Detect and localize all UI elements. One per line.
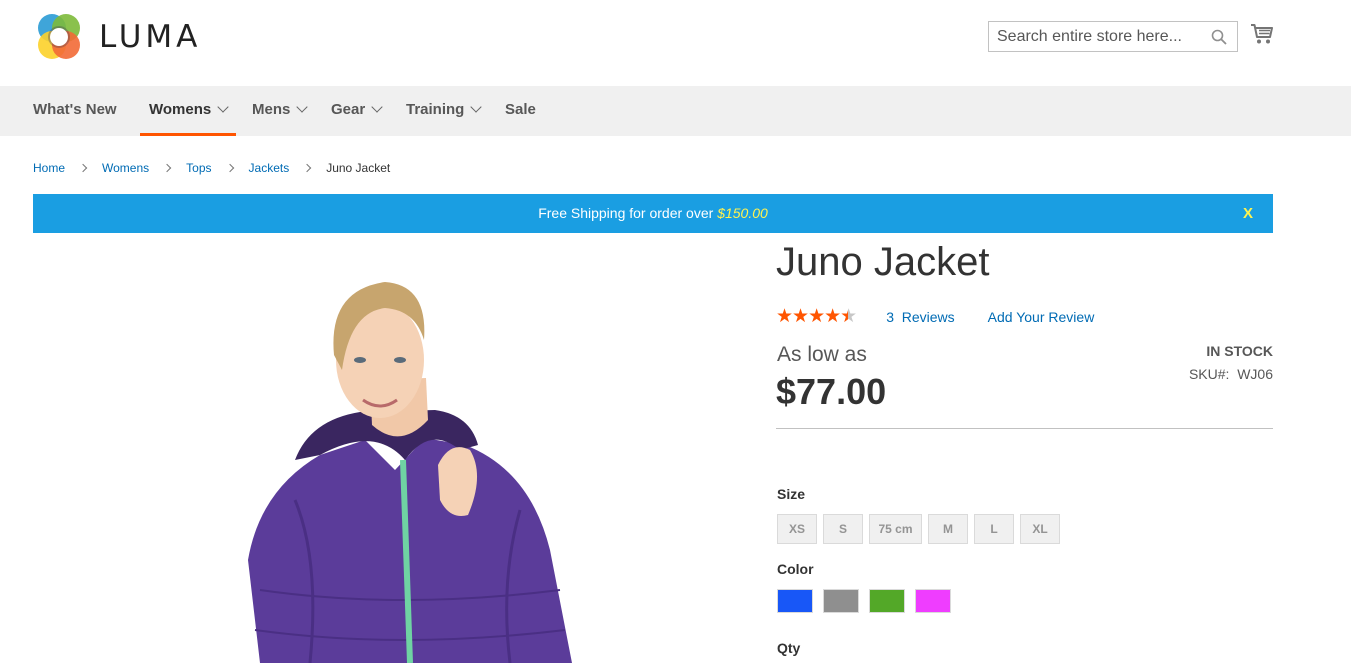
size-option-75cm[interactable]: 75 cm xyxy=(869,514,922,544)
add-review-link[interactable]: Add Your Review xyxy=(988,309,1095,325)
chevron-down-icon xyxy=(371,101,383,113)
site-header: LUMA xyxy=(0,0,1351,86)
divider xyxy=(776,428,1273,429)
product-price: $77.00 xyxy=(776,371,887,412)
size-option-xl[interactable]: XL xyxy=(1020,514,1060,544)
chevron-right-icon xyxy=(78,163,88,173)
qty-label: Qty xyxy=(777,640,801,656)
nav-item-whats-new[interactable]: What's New xyxy=(33,86,117,136)
nav-item-mens[interactable]: Mens xyxy=(252,86,309,136)
size-option-m[interactable]: M xyxy=(928,514,968,544)
product-image[interactable] xyxy=(200,260,620,663)
logo[interactable]: LUMA xyxy=(33,11,201,63)
color-swatch-pink[interactable] xyxy=(915,589,951,613)
breadcrumb-current: Juno Jacket xyxy=(326,161,391,175)
free-shipping-banner: Free Shipping for order over $150.00 X xyxy=(33,194,1273,233)
color-options xyxy=(777,589,961,613)
chevron-down-icon xyxy=(296,101,309,113)
nav-item-sale[interactable]: Sale xyxy=(505,86,536,136)
size-options: XS S 75 cm M L XL xyxy=(777,514,1066,544)
banner-amount: $150.00 xyxy=(717,205,768,221)
stock-status: IN STOCK xyxy=(1206,343,1273,359)
main-navigation: What's New Womens Mens Gear Training Sal… xyxy=(0,86,1351,136)
chevron-right-icon xyxy=(225,163,234,173)
nav-label: Womens xyxy=(149,101,212,118)
nav-label: Training xyxy=(406,101,465,118)
color-swatch-blue[interactable] xyxy=(777,589,813,613)
product-rating: ★★★★★ 3 Reviews Add Your Review xyxy=(776,305,1094,328)
search-input[interactable] xyxy=(989,22,1204,51)
breadcrumb: Home Womens Tops Jackets Juno Jacket xyxy=(33,161,390,175)
banner-close-button[interactable]: X xyxy=(1243,194,1253,233)
rating-stars-icon: ★★★★★ xyxy=(776,306,857,327)
color-swatch-green[interactable] xyxy=(869,589,905,613)
chevron-right-icon xyxy=(302,163,312,173)
banner-text: Free Shipping for order over xyxy=(538,205,714,221)
chevron-right-icon xyxy=(162,163,172,173)
reviews-label: Reviews xyxy=(901,308,955,325)
product-sku: SKU#: WJ06 xyxy=(1189,366,1273,382)
sku-label: SKU#: xyxy=(1188,366,1230,382)
sku-value: WJ06 xyxy=(1237,366,1273,382)
nav-item-womens[interactable]: Womens xyxy=(140,86,237,136)
size-option-s[interactable]: S xyxy=(823,514,863,544)
breadcrumb-jackets[interactable]: Jackets xyxy=(249,161,290,175)
color-label: Color xyxy=(777,561,814,577)
cart-icon[interactable] xyxy=(1250,23,1274,45)
chevron-down-icon xyxy=(470,101,483,113)
size-label: Size xyxy=(777,486,806,502)
nav-label: Mens xyxy=(252,101,291,118)
luma-logo-icon xyxy=(33,11,85,63)
size-option-xs[interactable]: XS xyxy=(777,514,817,544)
breadcrumb-home[interactable]: Home xyxy=(33,161,65,175)
breadcrumb-womens[interactable]: Womens xyxy=(102,161,149,175)
product-photo-illustration xyxy=(248,282,572,663)
chevron-down-icon xyxy=(217,101,229,113)
search-box xyxy=(988,21,1238,52)
reviews-count: 3 xyxy=(886,308,894,325)
nav-item-training[interactable]: Training xyxy=(406,86,483,136)
search-icon[interactable] xyxy=(1211,29,1227,45)
nav-label: Sale xyxy=(505,101,536,118)
price-label: As low as xyxy=(777,343,867,366)
color-swatch-gray[interactable] xyxy=(823,589,859,613)
nav-label: Gear xyxy=(331,101,366,118)
brand-name: LUMA xyxy=(99,19,202,55)
reviews-link[interactable]: 3 Reviews xyxy=(886,309,954,325)
product-title: Juno Jacket xyxy=(776,240,990,284)
size-option-l[interactable]: L xyxy=(974,514,1014,544)
nav-label: What's New xyxy=(33,101,117,118)
breadcrumb-tops[interactable]: Tops xyxy=(186,161,211,175)
nav-item-gear[interactable]: Gear xyxy=(331,86,383,136)
